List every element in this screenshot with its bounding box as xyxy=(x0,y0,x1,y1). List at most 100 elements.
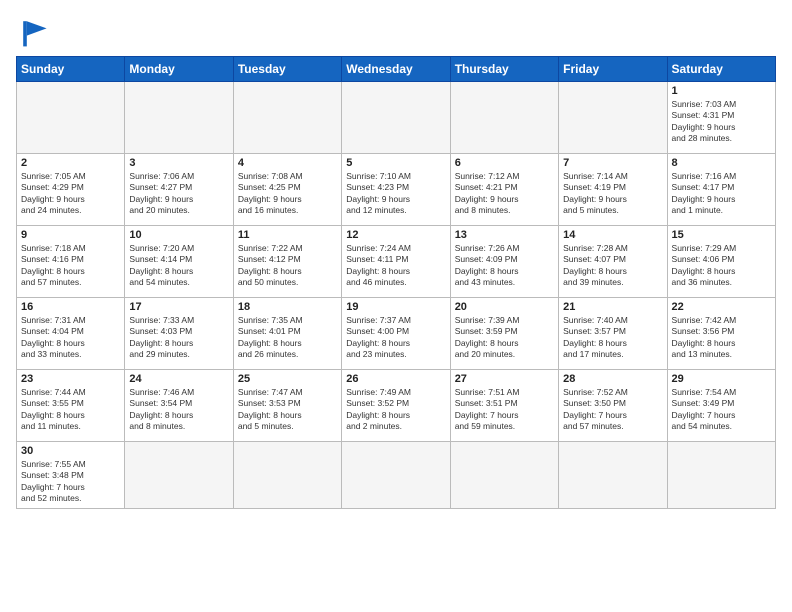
day-number: 30 xyxy=(21,445,120,457)
day-number: 20 xyxy=(455,301,554,313)
calendar-week-2: 2 Sunrise: 7:05 AM Sunset: 4:29 PM Daylig… xyxy=(17,154,776,226)
calendar-cell: 29 Sunrise: 7:54 AM Sunset: 3:49 PM Dayli… xyxy=(667,370,775,442)
day-number: 16 xyxy=(21,301,120,313)
calendar-cell xyxy=(450,442,558,509)
day-info: Sunrise: 7:26 AM Sunset: 4:09 PM Dayligh… xyxy=(455,243,554,289)
calendar-cell: 18Sunrise: 7:35 AM Sunset: 4:01 PM Dayli… xyxy=(233,298,341,370)
weekday-tuesday: Tuesday xyxy=(233,57,341,82)
day-info: Sunrise: 7:54 AM Sunset: 3:49 PM Dayligh… xyxy=(672,387,771,433)
calendar-cell: 22Sunrise: 7:42 AM Sunset: 3:56 PM Dayli… xyxy=(667,298,775,370)
day-number: 18 xyxy=(238,301,337,313)
calendar-cell: 17 Sunrise: 7:33 AM Sunset: 4:03 PM Dayli… xyxy=(125,298,233,370)
calendar-cell xyxy=(342,82,450,154)
calendar-cell: 13 Sunrise: 7:26 AM Sunset: 4:09 PM Dayli… xyxy=(450,226,558,298)
day-number: 2 xyxy=(21,157,120,169)
day-info: Sunrise: 7:12 AM Sunset: 4:21 PM Dayligh… xyxy=(455,171,554,217)
calendar-cell: 21 Sunrise: 7:40 AM Sunset: 3:57 PM Dayli… xyxy=(559,298,667,370)
general-blue-icon xyxy=(16,14,52,50)
calendar-cell: 10Sunrise: 7:20 AM Sunset: 4:14 PM Dayli… xyxy=(125,226,233,298)
calendar-cell xyxy=(125,82,233,154)
weekday-saturday: Saturday xyxy=(667,57,775,82)
calendar-cell xyxy=(233,442,341,509)
day-number: 22 xyxy=(672,301,771,313)
day-number: 12 xyxy=(346,229,445,241)
calendar-cell: 19 Sunrise: 7:37 AM Sunset: 4:00 PM Dayli… xyxy=(342,298,450,370)
calendar-cell: 1 Sunrise: 7:03 AM Sunset: 4:31 PM Daylig… xyxy=(667,82,775,154)
calendar-cell: 14 Sunrise: 7:28 AM Sunset: 4:07 PM Dayli… xyxy=(559,226,667,298)
calendar-cell: 2 Sunrise: 7:05 AM Sunset: 4:29 PM Daylig… xyxy=(17,154,125,226)
weekday-header-row: SundayMondayTuesdayWednesdayThursdayFrid… xyxy=(17,57,776,82)
day-info: Sunrise: 7:03 AM Sunset: 4:31 PM Dayligh… xyxy=(672,99,771,145)
day-number: 14 xyxy=(563,229,662,241)
day-number: 13 xyxy=(455,229,554,241)
day-number: 19 xyxy=(346,301,445,313)
day-info: Sunrise: 7:39 AM Sunset: 3:59 PM Dayligh… xyxy=(455,315,554,361)
day-number: 23 xyxy=(21,373,120,385)
day-number: 29 xyxy=(672,373,771,385)
day-number: 11 xyxy=(238,229,337,241)
logo xyxy=(16,14,56,50)
calendar-cell: 27Sunrise: 7:51 AM Sunset: 3:51 PM Dayli… xyxy=(450,370,558,442)
day-info: Sunrise: 7:47 AM Sunset: 3:53 PM Dayligh… xyxy=(238,387,337,433)
calendar-cell: 8Sunrise: 7:16 AM Sunset: 4:17 PM Daylig… xyxy=(667,154,775,226)
weekday-thursday: Thursday xyxy=(450,57,558,82)
calendar-week-1: 1 Sunrise: 7:03 AM Sunset: 4:31 PM Daylig… xyxy=(17,82,776,154)
day-info: Sunrise: 7:51 AM Sunset: 3:51 PM Dayligh… xyxy=(455,387,554,433)
calendar-cell xyxy=(667,442,775,509)
day-number: 21 xyxy=(563,301,662,313)
day-info: Sunrise: 7:20 AM Sunset: 4:14 PM Dayligh… xyxy=(129,243,228,289)
day-info: Sunrise: 7:05 AM Sunset: 4:29 PM Dayligh… xyxy=(21,171,120,217)
day-info: Sunrise: 7:52 AM Sunset: 3:50 PM Dayligh… xyxy=(563,387,662,433)
calendar-cell: 12Sunrise: 7:24 AM Sunset: 4:11 PM Dayli… xyxy=(342,226,450,298)
day-number: 26 xyxy=(346,373,445,385)
header xyxy=(16,10,776,50)
day-number: 17 xyxy=(129,301,228,313)
calendar-cell: 7 Sunrise: 7:14 AM Sunset: 4:19 PM Daylig… xyxy=(559,154,667,226)
weekday-wednesday: Wednesday xyxy=(342,57,450,82)
day-info: Sunrise: 7:08 AM Sunset: 4:25 PM Dayligh… xyxy=(238,171,337,217)
day-number: 4 xyxy=(238,157,337,169)
day-info: Sunrise: 7:14 AM Sunset: 4:19 PM Dayligh… xyxy=(563,171,662,217)
calendar-cell: 28Sunrise: 7:52 AM Sunset: 3:50 PM Dayli… xyxy=(559,370,667,442)
calendar-cell: 15Sunrise: 7:29 AM Sunset: 4:06 PM Dayli… xyxy=(667,226,775,298)
calendar-cell: 23 Sunrise: 7:44 AM Sunset: 3:55 PM Dayli… xyxy=(17,370,125,442)
day-number: 5 xyxy=(346,157,445,169)
day-number: 25 xyxy=(238,373,337,385)
calendar: SundayMondayTuesdayWednesdayThursdayFrid… xyxy=(16,56,776,509)
day-info: Sunrise: 7:28 AM Sunset: 4:07 PM Dayligh… xyxy=(563,243,662,289)
calendar-cell: 9Sunrise: 7:18 AM Sunset: 4:16 PM Daylig… xyxy=(17,226,125,298)
day-info: Sunrise: 7:31 AM Sunset: 4:04 PM Dayligh… xyxy=(21,315,120,361)
calendar-cell xyxy=(559,442,667,509)
page: SundayMondayTuesdayWednesdayThursdayFrid… xyxy=(0,0,792,612)
day-info: Sunrise: 7:33 AM Sunset: 4:03 PM Dayligh… xyxy=(129,315,228,361)
day-info: Sunrise: 7:10 AM Sunset: 4:23 PM Dayligh… xyxy=(346,171,445,217)
calendar-cell xyxy=(125,442,233,509)
day-number: 24 xyxy=(129,373,228,385)
calendar-cell: 5 Sunrise: 7:10 AM Sunset: 4:23 PM Daylig… xyxy=(342,154,450,226)
calendar-cell: 6 Sunrise: 7:12 AM Sunset: 4:21 PM Daylig… xyxy=(450,154,558,226)
day-info: Sunrise: 7:44 AM Sunset: 3:55 PM Dayligh… xyxy=(21,387,120,433)
day-info: Sunrise: 7:22 AM Sunset: 4:12 PM Dayligh… xyxy=(238,243,337,289)
day-info: Sunrise: 7:37 AM Sunset: 4:00 PM Dayligh… xyxy=(346,315,445,361)
day-number: 7 xyxy=(563,157,662,169)
day-info: Sunrise: 7:55 AM Sunset: 3:48 PM Dayligh… xyxy=(21,459,120,505)
day-number: 8 xyxy=(672,157,771,169)
calendar-week-5: 23 Sunrise: 7:44 AM Sunset: 3:55 PM Dayli… xyxy=(17,370,776,442)
calendar-cell: 3Sunrise: 7:06 AM Sunset: 4:27 PM Daylig… xyxy=(125,154,233,226)
day-info: Sunrise: 7:46 AM Sunset: 3:54 PM Dayligh… xyxy=(129,387,228,433)
day-number: 6 xyxy=(455,157,554,169)
day-info: Sunrise: 7:49 AM Sunset: 3:52 PM Dayligh… xyxy=(346,387,445,433)
calendar-cell xyxy=(17,82,125,154)
weekday-monday: Monday xyxy=(125,57,233,82)
day-number: 9 xyxy=(21,229,120,241)
calendar-cell: 25 Sunrise: 7:47 AM Sunset: 3:53 PM Dayli… xyxy=(233,370,341,442)
calendar-week-3: 9Sunrise: 7:18 AM Sunset: 4:16 PM Daylig… xyxy=(17,226,776,298)
calendar-cell xyxy=(450,82,558,154)
calendar-cell: 11 Sunrise: 7:22 AM Sunset: 4:12 PM Dayli… xyxy=(233,226,341,298)
day-info: Sunrise: 7:40 AM Sunset: 3:57 PM Dayligh… xyxy=(563,315,662,361)
day-number: 1 xyxy=(672,85,771,97)
day-number: 15 xyxy=(672,229,771,241)
calendar-cell: 30 Sunrise: 7:55 AM Sunset: 3:48 PM Dayli… xyxy=(17,442,125,509)
calendar-cell: 20 Sunrise: 7:39 AM Sunset: 3:59 PM Dayli… xyxy=(450,298,558,370)
calendar-cell: 4 Sunrise: 7:08 AM Sunset: 4:25 PM Daylig… xyxy=(233,154,341,226)
